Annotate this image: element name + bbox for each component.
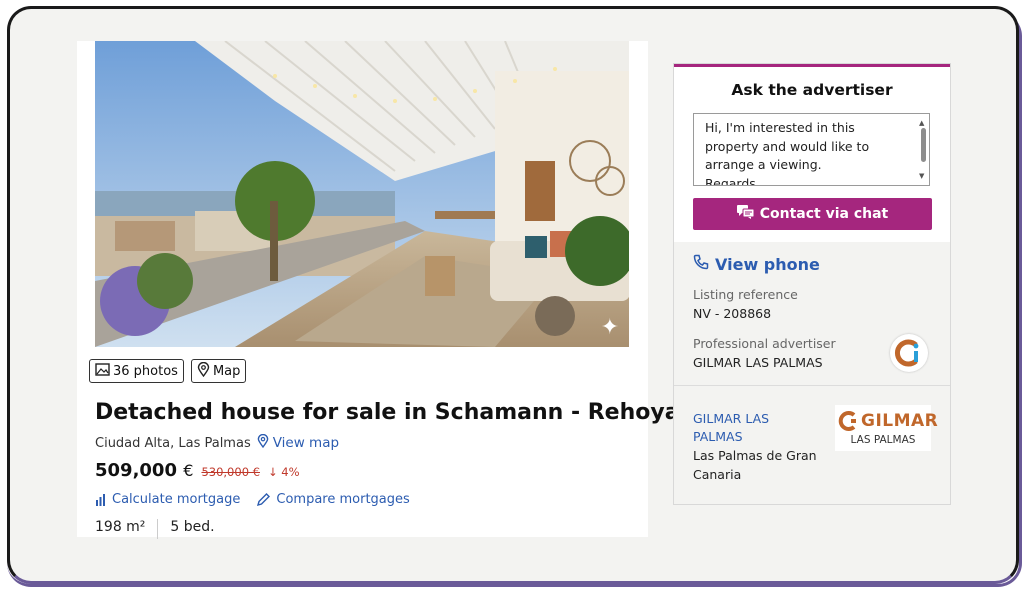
location-row: Ciudad Alta, Las Palmas View map [95,433,340,452]
scroll-thumb[interactable] [921,128,926,162]
contact-via-chat-button[interactable]: Contact via chat [693,198,932,230]
location-text: Ciudad Alta, Las Palmas [95,435,251,451]
map-label: Map [212,363,241,379]
scroll-down-icon[interactable]: ▼ [919,167,924,186]
listing-title: Detached house for sale in Schamann - Re… [95,400,693,425]
media-buttons: 36 photos Map [89,359,247,383]
price-drop: ↓ 4% [267,465,300,479]
photos-label: 36 photos [113,363,178,379]
agency-link[interactable]: GILMAR LAS PALMAS [693,410,793,446]
map-pin-icon [197,361,210,381]
view-map-link[interactable]: View map [257,433,340,452]
features-row: 198 m² 5 bed. [95,519,215,539]
agency-city: Las Palmas de Gran Canaria [693,448,817,482]
calculate-mortgage-link[interactable]: Calculate mortgage [95,492,240,507]
bedrooms-value: 5 bed. [170,519,215,535]
map-pin-icon [257,433,269,452]
divider [674,385,950,386]
listing-reference-value: NV - 208868 [693,306,772,321]
listing-reference-label: Listing reference [693,287,798,302]
ask-advertiser-box: Ask the advertiser Hi, I'm interested in… [674,67,950,242]
gilmar-subtitle: LAS PALMAS [850,434,916,446]
terrace-illustration [95,41,629,347]
message-text: Hi, I'm interested in this property and … [705,120,870,186]
advertiser-logo-icon[interactable] [890,334,928,372]
listing-card: ✦ 36 photos Map Detached house for sale … [77,41,693,539]
gilmar-wordmark: GILMAR [861,411,939,431]
view-phone-link[interactable]: View phone [693,254,820,274]
message-textarea[interactable]: Hi, I'm interested in this property and … [693,113,930,186]
sparkle-icon: ✦ [600,315,619,340]
map-button[interactable]: Map [190,359,247,383]
contact-panel: Ask the advertiser Hi, I'm interested in… [673,63,951,505]
phone-icon [693,254,709,274]
view-map-label: View map [272,435,340,451]
gilmar-mark-icon [838,411,856,431]
textarea-scrollbar[interactable]: ▲ ▼ [919,116,927,183]
arrow-down-icon: ↓ [267,465,278,479]
area-value: 198 m² [95,519,146,535]
price-value: 509,000 € [95,460,194,481]
bar-chart-icon [95,493,107,506]
advertiser-name: GILMAR LAS PALMAS [693,355,823,370]
compare-mortgages-link[interactable]: Compare mortgages [256,492,410,507]
price-row: 509,000 € 530,000 € ↓ 4% [95,460,300,481]
photos-button[interactable]: 36 photos [89,359,184,383]
advertiser-type-label: Professional advertiser [693,336,836,351]
ask-heading: Ask the advertiser [731,81,893,99]
divider [157,519,159,539]
pencil-icon [256,492,271,507]
gilmar-logo[interactable]: GILMAR LAS PALMAS [835,405,938,451]
mortgage-links: Calculate mortgage Compare mortgages [95,492,410,507]
old-price: 530,000 € [201,465,260,479]
chat-icon [736,205,755,223]
image-icon [95,362,110,380]
property-photo[interactable]: ✦ [95,41,629,347]
